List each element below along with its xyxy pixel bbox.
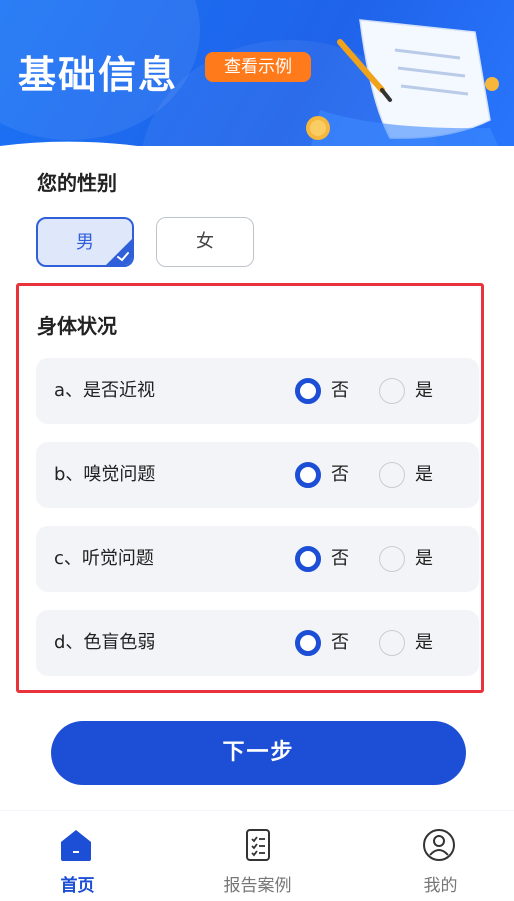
radio-no-selected[interactable] — [295, 630, 321, 656]
radio-yes[interactable] — [379, 378, 405, 404]
radio-yes-label: 是 — [415, 464, 433, 485]
tab-label: 我的 — [423, 876, 458, 896]
check-corner-icon — [106, 239, 132, 265]
tab-mine[interactable]: 我的 — [343, 811, 514, 901]
gender-option-male[interactable]: 男 — [36, 217, 134, 267]
tab-report-cases[interactable]: 报告案例 — [172, 811, 343, 901]
radio-no-selected[interactable] — [295, 462, 321, 488]
radio-yes[interactable] — [379, 546, 405, 572]
question-label: c、听觉问题 — [54, 548, 154, 569]
tab-label: 报告案例 — [223, 876, 292, 896]
tab-home[interactable]: 首页 — [0, 811, 171, 901]
next-step-button[interactable]: 下一步 — [51, 721, 466, 785]
user-icon — [423, 829, 455, 861]
gender-option-label: 女 — [196, 231, 214, 252]
radio-yes-label: 是 — [415, 380, 433, 401]
radio-yes-label: 是 — [415, 632, 433, 653]
bottom-tabbar: 首页 报告案例 我的 — [0, 811, 514, 901]
tab-label: 首页 — [60, 876, 95, 896]
radio-yes[interactable] — [379, 462, 405, 488]
radio-yes[interactable] — [379, 630, 405, 656]
view-example-button[interactable]: 查看示例 — [205, 52, 311, 82]
question-label: d、色盲色弱 — [54, 632, 156, 653]
page-title: 基础信息 — [18, 53, 179, 97]
radio-no-selected[interactable] — [295, 378, 321, 404]
radio-no-label: 否 — [331, 548, 349, 569]
gender-option-label: 男 — [76, 232, 94, 253]
question-row: d、色盲色弱 否 是 — [36, 610, 479, 676]
question-row: b、嗅觉问题 否 是 — [36, 442, 479, 508]
radio-no-label: 否 — [331, 380, 349, 401]
report-list-icon — [246, 829, 270, 861]
gender-option-female[interactable]: 女 — [156, 217, 254, 267]
question-label: a、是否近视 — [54, 380, 156, 401]
gender-label: 您的性别 — [37, 171, 117, 195]
radio-no-label: 否 — [331, 632, 349, 653]
home-icon — [61, 830, 91, 861]
radio-yes-label: 是 — [415, 548, 433, 569]
question-row: c、听觉问题 否 是 — [36, 526, 479, 592]
radio-no-label: 否 — [331, 464, 349, 485]
radio-no-selected[interactable] — [295, 546, 321, 572]
question-row: a、是否近视 否 是 — [36, 358, 479, 424]
body-status-title: 身体状况 — [37, 314, 117, 338]
question-label: b、嗅觉问题 — [54, 464, 156, 485]
